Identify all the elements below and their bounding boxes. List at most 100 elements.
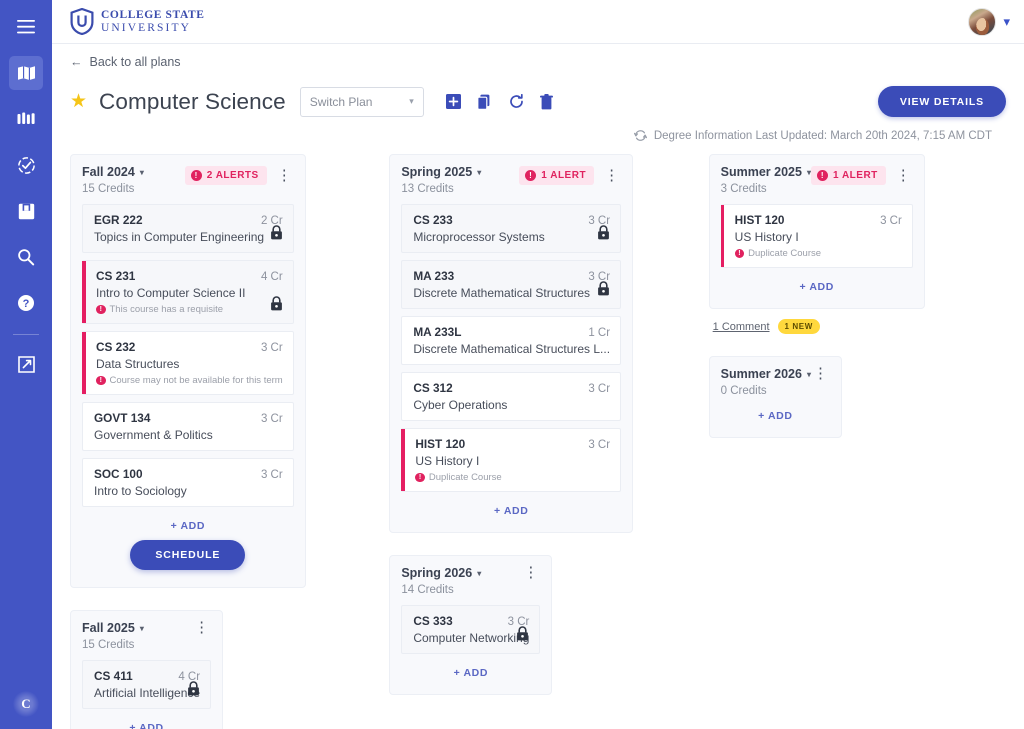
course-list: CS 4114 CrArtificial Intelligence	[82, 660, 211, 709]
course-card[interactable]: CS 3123 CrCyber Operations	[401, 372, 621, 421]
add-course-button[interactable]: + ADD	[721, 268, 913, 297]
course-credits: 3 Cr	[588, 383, 610, 395]
term-menu-button[interactable]: ⋮	[521, 567, 540, 579]
term-name-dropdown[interactable]: Summer 2026▾	[721, 367, 811, 381]
user-menu[interactable]: ▾	[968, 8, 1010, 36]
course-card[interactable]: MA 233L1 CrDiscrete Mathematical Structu…	[401, 316, 621, 365]
sidebar-item-external[interactable]	[9, 347, 43, 381]
add-course-button[interactable]: + ADD	[82, 507, 294, 536]
add-plan-icon[interactable]	[446, 94, 461, 109]
course-warning: !This course has a requisite	[96, 304, 283, 315]
sidebar-item-help[interactable]: ?	[9, 286, 43, 320]
sidebar-item-plans[interactable]	[9, 56, 43, 90]
course-card[interactable]: EGR 2222 CrTopics in Computer Engineerin…	[82, 204, 294, 253]
term-actions: ⋮	[811, 367, 830, 380]
menu-icon[interactable]	[9, 10, 43, 44]
course-card[interactable]: CS 4114 CrArtificial Intelligence	[82, 660, 211, 709]
course-card[interactable]: MA 2333 CrDiscrete Mathematical Structur…	[401, 260, 621, 309]
chevron-down-icon: ▾	[477, 168, 481, 177]
course-card[interactable]: SOC 1003 CrIntro to Sociology	[82, 458, 294, 507]
chevron-down-icon: ▾	[140, 624, 144, 633]
add-course-button[interactable]: + ADD	[82, 709, 211, 729]
term-credits: 15 Credits	[82, 639, 192, 651]
sidebar-item-search[interactable]	[9, 240, 43, 274]
chevron-down-icon: ▾	[409, 96, 414, 107]
add-course-button[interactable]: + ADD	[401, 492, 621, 521]
term-name-dropdown[interactable]: Fall 2025▾	[82, 621, 192, 635]
course-card[interactable]: CS 2314 CrIntro to Computer Science II!T…	[82, 260, 294, 324]
copy-plan-icon[interactable]	[477, 94, 493, 110]
course-title: US History I	[415, 454, 610, 468]
course-title: Microprocessor Systems	[413, 230, 610, 244]
course-title: Intro to Computer Science II	[96, 286, 283, 300]
alert-badge[interactable]: !2 ALERTS	[185, 166, 267, 185]
chevron-down-icon: ▾	[477, 569, 481, 578]
course-card[interactable]: CS 2333 Cr Microprocessor Systems	[401, 204, 621, 253]
term-name-dropdown[interactable]: Fall 2024▾	[82, 165, 185, 179]
term-credits: 15 Credits	[82, 183, 185, 195]
term-name-dropdown[interactable]: Spring 2026▾	[401, 566, 521, 580]
course-card[interactable]: HIST 1203 Cr US History I !Duplicate Cours…	[401, 428, 621, 492]
lock-icon	[187, 681, 200, 696]
course-card[interactable]: CS 2323 CrData Structures!Course may not…	[82, 331, 294, 395]
course-card[interactable]: GOVT 1343 CrGovernment & Politics	[82, 402, 294, 451]
alert-badge[interactable]: !1 ALERT	[811, 166, 886, 185]
lock-icon	[270, 225, 283, 240]
brand-logo[interactable]: COLLEGE STATE UNIVERSITY	[70, 8, 205, 35]
course-card[interactable]: CS 3333 CrComputer Networking	[401, 605, 540, 654]
term-card: Fall 2025▾ 15 Credits⋮ CS 4114 CrArtificia…	[70, 610, 223, 729]
term-card-header: Fall 2025▾ 15 Credits⋮	[82, 621, 211, 651]
chevron-down-icon[interactable]: ▾	[1003, 14, 1010, 30]
course-top-row: MA 2333 Cr	[413, 269, 610, 283]
view-details-button[interactable]: VIEW DETAILS	[878, 86, 1006, 117]
course-title: Intro to Sociology	[94, 484, 283, 498]
course-code: CS 233	[413, 213, 588, 227]
refresh-plan-icon[interactable]	[509, 94, 524, 109]
course-warning-text: Course may not be available for this ter…	[110, 375, 283, 386]
back-to-all-plans-link[interactable]: ← Back to all plans	[70, 55, 181, 69]
course-code: CS 232	[96, 340, 261, 354]
alert-badge[interactable]: !1 ALERT	[519, 166, 594, 185]
course-list: EGR 2222 CrTopics in Computer Engineerin…	[82, 204, 294, 507]
app-root: ? C COLLEGE STATE UNIVERSITY	[0, 0, 1024, 729]
term-menu-button[interactable]: ⋮	[192, 622, 211, 634]
sidebar-item-catalog[interactable]	[9, 194, 43, 228]
term-column: Fall 2024▾15 Credits!2 ALERTS⋮EGR 2222 C…	[70, 154, 367, 729]
switch-plan-select[interactable]: Switch Plan ▾	[300, 87, 424, 117]
course-top-row: HIST 1203 Cr	[735, 213, 902, 227]
term-name-dropdown[interactable]: Summer 2025▾	[721, 165, 811, 179]
course-credits: 3 Cr	[261, 469, 283, 481]
add-course-button[interactable]: + ADD	[401, 654, 540, 683]
course-code: MA 233L	[413, 325, 588, 339]
term-menu-button[interactable]: ⋮	[275, 170, 294, 182]
delete-plan-icon[interactable]	[540, 94, 553, 110]
course-card[interactable]: HIST 1203 CrUS History I!Duplicate Cours…	[721, 204, 913, 268]
warning-icon: !	[735, 249, 745, 259]
term-card-header: Spring 2026▾14 Credits⋮	[401, 566, 540, 596]
course-code: CS 411	[94, 669, 178, 683]
term-actions: !1 ALERT ⋮	[811, 165, 913, 185]
course-warning: !Duplicate Course	[735, 248, 902, 259]
favorite-star-icon[interactable]: ★	[70, 90, 87, 113]
avatar[interactable]	[968, 8, 996, 36]
course-top-row: HIST 1203 Cr	[415, 437, 610, 451]
term-card: Spring 2025▾13 Credits!1 ALERT⋮CS 2333 C…	[389, 154, 633, 533]
add-course-button[interactable]: + ADD	[721, 397, 830, 426]
course-top-row: CS 2333 Cr	[413, 213, 610, 227]
page-title: Computer Science	[99, 89, 286, 115]
sidebar-item-audit[interactable]	[9, 148, 43, 182]
term-menu-button[interactable]: ⋮	[894, 170, 913, 182]
schedule-button[interactable]: SCHEDULE	[130, 540, 245, 570]
comment-link[interactable]: 1 Comment	[713, 321, 770, 333]
course-code: CS 312	[413, 381, 588, 395]
warning-icon: !	[96, 305, 106, 315]
term-actions: !2 ALERTS ⋮	[185, 165, 294, 185]
sidebar-item-dashboard[interactable]	[9, 102, 43, 136]
lock-icon-wrap	[187, 681, 200, 701]
term-menu-button[interactable]: ⋮	[811, 368, 830, 380]
term-name-dropdown[interactable]: Spring 2025▾	[401, 165, 519, 179]
term-menu-button[interactable]: ⋮	[602, 170, 621, 182]
schedule-row: SCHEDULE	[82, 536, 294, 576]
course-warning: !Duplicate Course	[415, 472, 610, 483]
term-credits: 0 Credits	[721, 385, 811, 397]
